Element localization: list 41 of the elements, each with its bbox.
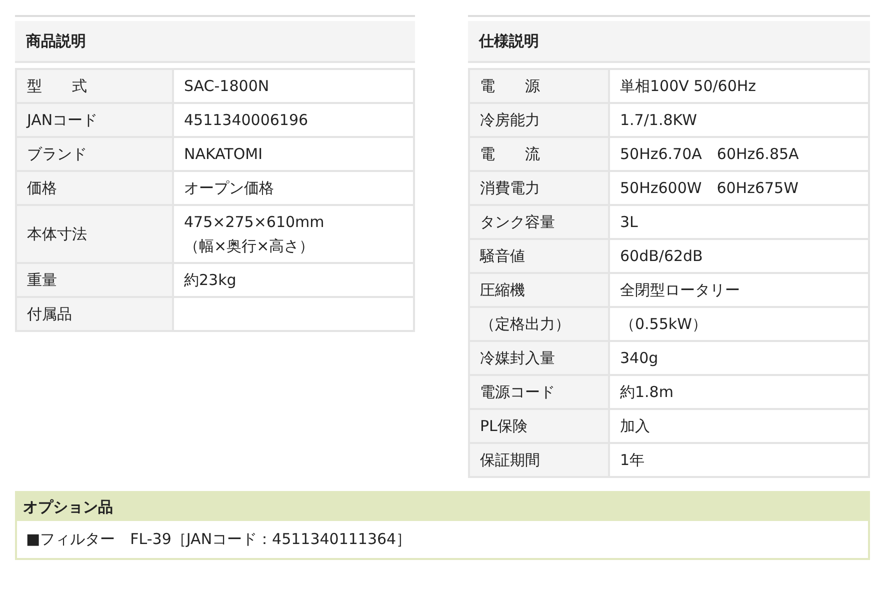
row-label: JANコード: [16, 103, 173, 137]
row-label: 重量: [16, 263, 173, 297]
row-label: 消費電力: [469, 171, 609, 205]
row-label: 電 流: [469, 137, 609, 171]
row-label: 騒音値: [469, 239, 609, 273]
row-label: 保証期間: [469, 443, 609, 477]
option-item: ■フィルター FL-39［JANコード：4511340111364］: [25, 529, 412, 550]
row-label: PL保険: [469, 409, 609, 443]
row-value: 1.7/1.8KW: [609, 103, 869, 137]
row-value: 3L: [609, 205, 869, 239]
row-value: 1年: [609, 443, 869, 477]
row-value: 単相100V 50/60Hz: [609, 69, 869, 103]
row-label: タンク容量: [469, 205, 609, 239]
section-title: 仕様説明: [468, 21, 870, 63]
row-label: 本体寸法: [16, 205, 173, 263]
row-value: 340g: [609, 341, 869, 375]
row-label: 付属品: [16, 297, 173, 331]
row-label: ブランド: [16, 137, 173, 171]
row-label: 価格: [16, 171, 173, 205]
row-value: 4511340006196: [173, 103, 414, 137]
row-label: 冷媒封入量: [469, 341, 609, 375]
row-value: （0.55kW）: [609, 307, 869, 341]
row-value: 50Hz600W 60Hz675W: [609, 171, 869, 205]
row-label: 冷房能力: [469, 103, 609, 137]
row-value: 全閉型ロータリー: [609, 273, 869, 307]
row-label: 電 源: [469, 69, 609, 103]
row-value: 約1.8m: [609, 375, 869, 409]
section-title: 商品説明: [15, 21, 415, 63]
row-value: NAKATOMI: [173, 137, 414, 171]
row-value: 60dB/62dB: [609, 239, 869, 273]
row-value: 約23kg: [173, 263, 414, 297]
row-value: 50Hz6.70A 60Hz6.85A: [609, 137, 869, 171]
row-label: 型 式: [16, 69, 173, 103]
row-value: 加入: [609, 409, 869, 443]
row-label: 圧縮機: [469, 273, 609, 307]
row-value: オープン価格: [173, 171, 414, 205]
row-label: （定格出力）: [469, 307, 609, 341]
row-label: 電源コード: [469, 375, 609, 409]
row-value: 475×275×610mm （幅×奥行×高さ）: [173, 205, 414, 263]
section-title: オプション品: [17, 493, 868, 521]
row-value: SAC-1800N: [173, 69, 414, 103]
